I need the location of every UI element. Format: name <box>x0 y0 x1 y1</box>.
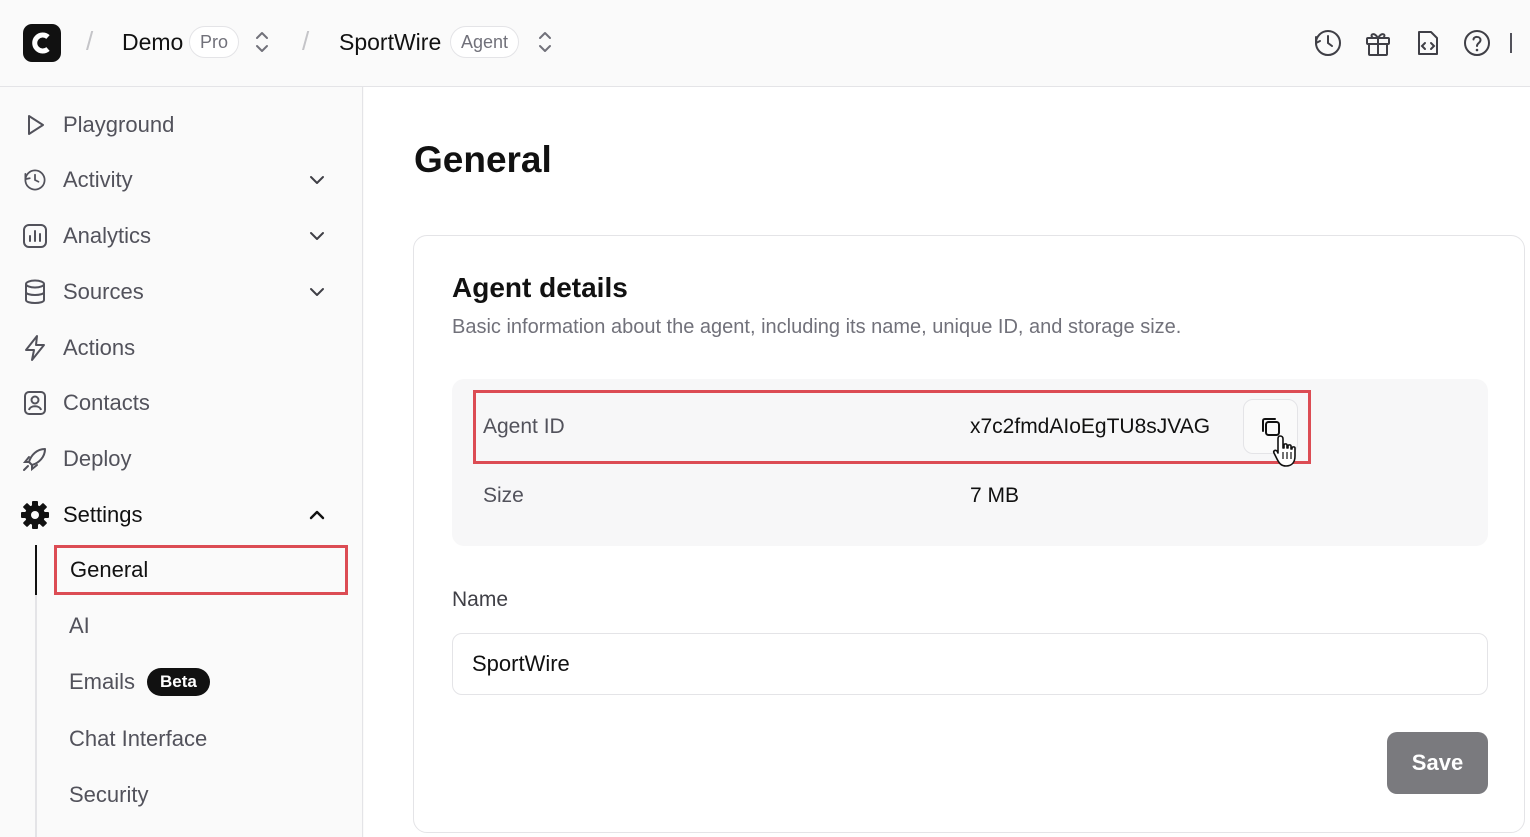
sidebar-item-label: Playground <box>63 112 175 137</box>
bolt-icon <box>20 333 50 363</box>
sidebar-item-activity[interactable]: Activity <box>20 157 350 203</box>
sidebar-subitem-label: Emails <box>69 669 136 694</box>
gear-icon <box>20 500 50 530</box>
sidebar-item-label: Sources <box>63 279 144 304</box>
changelog-icon[interactable] <box>1411 27 1443 59</box>
sidebar-subitem-label: General <box>70 557 149 582</box>
card-title: Agent details <box>452 272 628 303</box>
sidebar-item-contacts[interactable]: Contacts <box>20 380 350 426</box>
chevron-down-icon[interactable] <box>306 169 328 191</box>
sidebar-item-analytics[interactable]: Analytics <box>20 213 350 259</box>
agent-name[interactable]: SportWire <box>339 29 441 56</box>
breadcrumb-separator: / <box>302 26 310 56</box>
agent-type-badge: Agent <box>450 26 520 58</box>
sidebar-item-label: Analytics <box>63 223 152 248</box>
name-field-label: Name <box>452 588 509 611</box>
card-description: Basic information about the agent, inclu… <box>452 316 1182 338</box>
help-icon[interactable] <box>1461 27 1493 59</box>
chevron-down-icon[interactable] <box>306 281 328 303</box>
sidebar-subitem-security[interactable]: Security <box>54 770 348 820</box>
agent-switcher-icon[interactable] <box>536 28 554 56</box>
size-value: 7 MB <box>970 484 1020 507</box>
top-bar: / Demo Pro / SportWire Agent <box>0 0 1530 87</box>
agent-details-panel: Agent ID x7c2fmdAIoEgTU8sJVAG Size 7 MB <box>452 379 1488 546</box>
sidebar-subitem-general[interactable]: General <box>54 545 348 595</box>
sidebar-item-actions[interactable]: Actions <box>20 325 350 371</box>
page-title: General <box>414 139 552 180</box>
app-logo[interactable] <box>23 24 61 62</box>
chevron-down-icon[interactable] <box>306 225 328 247</box>
play-icon <box>20 110 50 140</box>
sidebar-item-label: Actions <box>63 335 136 360</box>
sidebar-item-label: Deploy <box>63 446 132 471</box>
sidebar-item-settings[interactable]: Settings <box>20 492 350 538</box>
sidebar-subitem-label: AI <box>69 613 90 638</box>
sidebar-item-playground[interactable]: Playground <box>20 102 350 148</box>
history-icon[interactable] <box>1312 27 1344 59</box>
sidebar-item-label: Activity <box>63 167 133 192</box>
topbar-divider <box>1510 33 1512 53</box>
sidebar-subitem-chat-interface[interactable]: Chat Interface <box>54 714 348 764</box>
sidebar-subitem-ai[interactable]: AI <box>54 601 348 651</box>
history-icon <box>20 165 50 195</box>
sidebar-item-deploy[interactable]: Deploy <box>20 436 350 482</box>
chart-icon <box>20 221 50 251</box>
gift-icon[interactable] <box>1362 27 1394 59</box>
sidebar-subitem-emails[interactable]: Emails Beta <box>54 657 348 707</box>
agent-details-card: Agent details Basic information about th… <box>413 235 1525 833</box>
sidebar-subitem-label: Security <box>69 782 149 807</box>
workspace-plan-badge: Pro <box>189 26 240 58</box>
sidebar-item-label: Contacts <box>63 390 150 415</box>
sidebar-subitem-label: Chat Interface <box>69 726 208 751</box>
main-content: General Agent details Basic information … <box>364 87 1530 837</box>
workspace-switcher-icon[interactable] <box>253 28 271 56</box>
agent-id-highlight <box>473 390 1311 464</box>
agent-name-input[interactable] <box>452 633 1488 695</box>
save-button[interactable]: Save <box>1387 732 1488 794</box>
sidebar: Playground Activity Analytics Sources Ac… <box>0 87 363 837</box>
logo-c-icon <box>32 32 50 54</box>
beta-badge: Beta <box>147 668 210 696</box>
database-icon <box>20 277 50 307</box>
submenu-active-indicator <box>35 545 37 595</box>
sidebar-item-label: Settings <box>63 502 143 527</box>
breadcrumb-separator: / <box>86 26 94 56</box>
hand-cursor-icon <box>1272 435 1296 467</box>
workspace-name[interactable]: Demo <box>122 29 183 56</box>
sidebar-item-sources[interactable]: Sources <box>20 269 350 315</box>
contact-icon <box>20 388 50 418</box>
rocket-icon <box>20 444 50 474</box>
chevron-up-icon[interactable] <box>306 504 328 526</box>
size-label: Size <box>483 484 524 507</box>
